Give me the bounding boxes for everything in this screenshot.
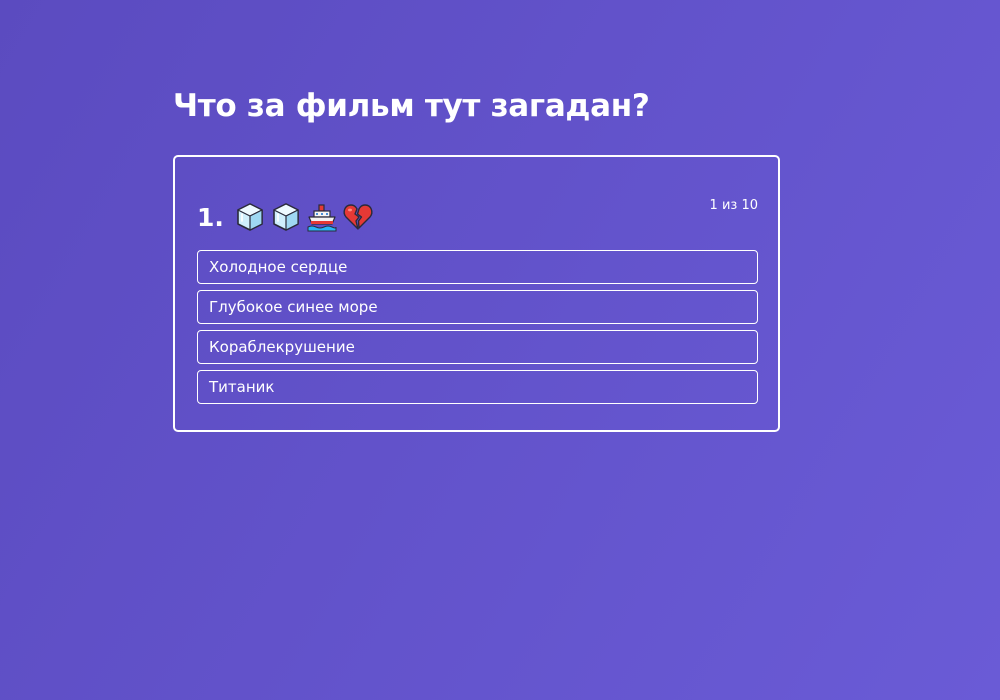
ship-icon <box>307 204 337 232</box>
question-number: 1. <box>197 202 224 232</box>
answer-option[interactable]: Кораблекрушение <box>197 330 758 364</box>
ice-cube-icon <box>273 203 299 231</box>
answer-option[interactable]: Глубокое синее море <box>197 290 758 324</box>
page-title: Что за фильм тут загадан? <box>173 88 650 124</box>
question-row: 1. <box>197 199 378 235</box>
answer-option[interactable]: Титаник <box>197 370 758 404</box>
quiz-card: 1. 1 из 10 Холодное сердце Глубокое сине… <box>173 155 780 432</box>
broken-heart-icon <box>343 204 373 230</box>
answer-option[interactable]: Холодное сердце <box>197 250 758 284</box>
ice-cube-icon <box>237 203 263 231</box>
answer-list: Холодное сердце Глубокое синее море Кора… <box>197 250 758 410</box>
question-progress: 1 из 10 <box>709 198 758 213</box>
